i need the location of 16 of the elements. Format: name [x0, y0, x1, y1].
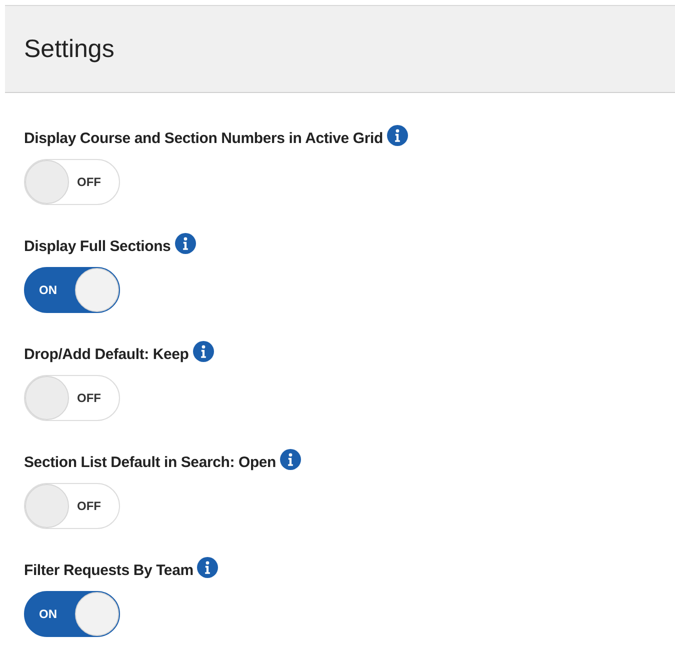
setting-label: Drop/Add Default: Keep [24, 346, 189, 362]
setting-label: Section List Default in Search: Open [24, 454, 276, 470]
info-icon[interactable] [192, 340, 214, 362]
info-icon[interactable] [280, 448, 302, 470]
toggle-switch[interactable]: ON [24, 267, 120, 313]
toggle-switch[interactable]: ON [24, 591, 120, 637]
toggle-switch[interactable]: OFF [24, 375, 120, 421]
info-icon[interactable] [197, 556, 218, 578]
setting-label: Display Full Sections [24, 238, 171, 254]
toggle-switch[interactable]: OFF [24, 159, 120, 205]
setting-label: Display Course and Section Numbers in Active Grid [24, 130, 383, 146]
info-icon[interactable] [386, 124, 408, 146]
setting-label: Filter Requests By Team [24, 562, 194, 578]
info-icon[interactable] [174, 232, 196, 254]
toggle-switch[interactable]: OFF [24, 483, 120, 529]
page-title: Settings [24, 34, 114, 64]
